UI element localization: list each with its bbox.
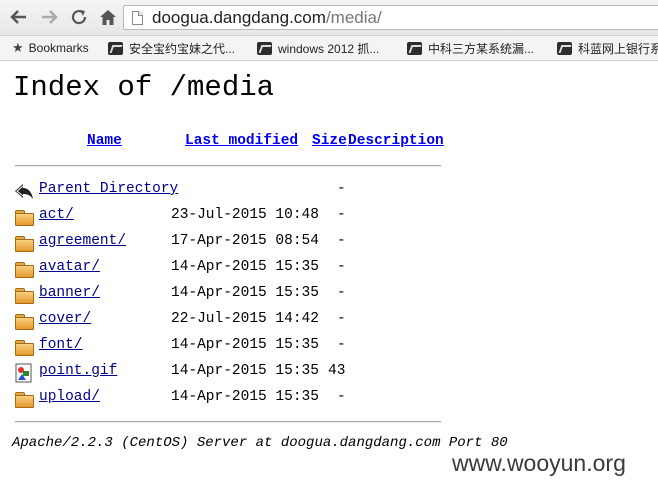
divider bbox=[15, 421, 441, 423]
forward-arrow-icon[interactable] bbox=[38, 6, 60, 28]
folder-icon bbox=[14, 389, 34, 409]
bookmark-item[interactable]: windows 2012 抓... bbox=[257, 39, 379, 57]
folder-icon bbox=[14, 337, 34, 357]
entry-link[interactable]: agreement/ bbox=[39, 233, 126, 249]
size-cell: - bbox=[337, 337, 346, 353]
reload-icon[interactable] bbox=[68, 6, 90, 28]
home-icon[interactable] bbox=[97, 6, 119, 28]
entry-link[interactable]: upload/ bbox=[39, 389, 100, 405]
bookmarks-menu[interactable]: ★ Bookmarks bbox=[12, 39, 89, 57]
size-cell: - bbox=[337, 181, 346, 197]
address-url: doogua.dangdang.com/media/ bbox=[152, 8, 382, 27]
bookmark-favicon-icon bbox=[257, 41, 272, 55]
divider bbox=[15, 165, 441, 167]
sort-by-last-modified-link[interactable]: Last modified bbox=[185, 133, 298, 149]
folder-icon bbox=[14, 311, 34, 331]
modified-cell: 23-Jul-2015 10:48 bbox=[171, 207, 319, 223]
modified-cell: 14-Apr-2015 15:35 bbox=[171, 259, 319, 275]
entry-link[interactable]: act/ bbox=[39, 207, 74, 223]
entry-link[interactable]: cover/ bbox=[39, 311, 91, 327]
bookmark-item[interactable]: 安全宝约宝妹之代... bbox=[108, 39, 235, 57]
size-cell: - bbox=[337, 259, 346, 275]
entry-link[interactable]: banner/ bbox=[39, 285, 100, 301]
modified-cell: 17-Apr-2015 08:54 bbox=[171, 233, 319, 249]
size-cell: - bbox=[337, 311, 346, 327]
bookmark-favicon-icon bbox=[407, 41, 422, 55]
size-cell: - bbox=[337, 207, 346, 223]
parent-directory-link[interactable]: Parent Directory bbox=[39, 181, 178, 197]
modified-cell: 14-Apr-2015 15:35 bbox=[171, 337, 319, 353]
bookmark-favicon-icon bbox=[108, 41, 123, 55]
folder-icon bbox=[14, 285, 34, 305]
folder-icon bbox=[14, 207, 34, 227]
entry-link[interactable]: avatar/ bbox=[39, 259, 100, 275]
browser-toolbar: doogua.dangdang.com/media/ bbox=[0, 0, 658, 36]
bookmark-item[interactable]: 科蓝网上银行系 bbox=[557, 39, 658, 57]
star-icon: ★ bbox=[12, 40, 24, 56]
back-arrow-icon[interactable] bbox=[8, 6, 30, 28]
server-signature: Apache/2.2.3 (CentOS) Server at doogua.d… bbox=[12, 435, 508, 451]
modified-cell: 14-Apr-2015 15:35 bbox=[171, 389, 319, 405]
modified-cell: 22-Jul-2015 14:42 bbox=[171, 311, 319, 327]
page-icon bbox=[132, 11, 143, 25]
address-bar[interactable]: doogua.dangdang.com/media/ bbox=[123, 5, 658, 30]
folder-icon bbox=[14, 233, 34, 253]
modified-cell: 14-Apr-2015 15:35 bbox=[171, 285, 319, 301]
sort-by-description-link[interactable]: Description bbox=[348, 133, 444, 149]
sort-by-name-link[interactable]: Name bbox=[87, 133, 122, 149]
page-content: Index of /media Name Last modified Size … bbox=[0, 61, 658, 493]
size-cell: - bbox=[337, 233, 346, 249]
page-title: Index of /media bbox=[13, 71, 275, 104]
sort-by-size-link[interactable]: Size bbox=[312, 133, 347, 149]
size-cell: 43 bbox=[328, 363, 346, 379]
modified-cell: 14-Apr-2015 15:35 bbox=[171, 363, 319, 379]
bookmark-item[interactable]: 中科三方某系统漏... bbox=[407, 39, 534, 57]
bookmark-favicon-icon bbox=[557, 41, 572, 55]
bookmarks-bar: ★ Bookmarks 安全宝约宝妹之代... windows 2012 抓..… bbox=[0, 36, 658, 61]
watermark: www.wooyun.org bbox=[452, 450, 626, 476]
back-arrow-icon bbox=[14, 181, 34, 201]
folder-icon bbox=[14, 259, 34, 279]
size-cell: - bbox=[337, 285, 346, 301]
image-file-icon bbox=[14, 363, 34, 383]
entry-link[interactable]: point.gif bbox=[39, 363, 117, 379]
entry-link[interactable]: font/ bbox=[39, 337, 83, 353]
size-cell: - bbox=[337, 389, 346, 405]
